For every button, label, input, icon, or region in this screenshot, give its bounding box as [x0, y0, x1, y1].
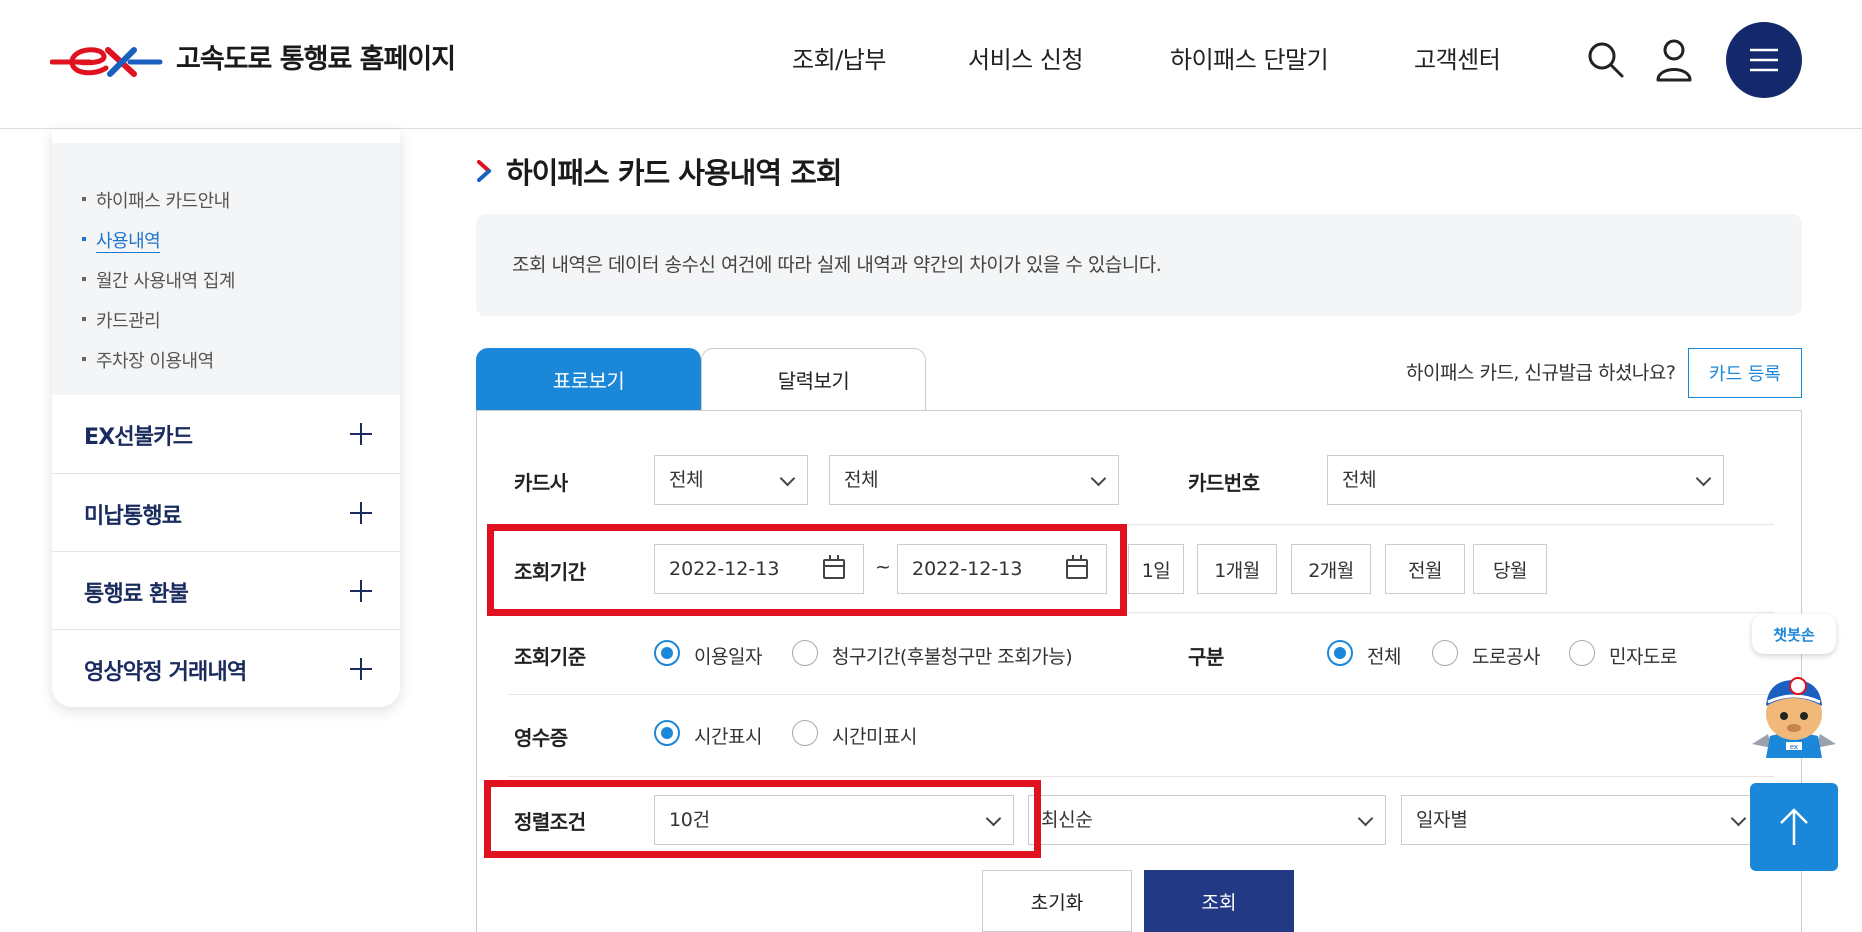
- basis-radio-usage-date[interactable]: [654, 640, 680, 666]
- basis-option-usage-date[interactable]: 이용일자: [694, 642, 762, 669]
- chatbot-bubble[interactable]: 챗봇손: [1752, 614, 1836, 654]
- receipt-option-show-time[interactable]: 시간표시: [694, 722, 762, 749]
- sidebar-subitem-parking-history[interactable]: 주차장 이용내역: [82, 347, 214, 373]
- nav-inquiry-payment[interactable]: 조회/납부: [792, 40, 886, 80]
- sidebar: 하이패스 카드안내 사용내역 월간 사용내역 집계 카드관리 주차장 이용내역 …: [52, 129, 400, 707]
- chevron-down-icon: [779, 470, 796, 487]
- plus-icon: [350, 423, 372, 445]
- search-button[interactable]: 조회: [1144, 870, 1294, 932]
- chevron-down-icon: [1357, 810, 1374, 827]
- category-option-private-road[interactable]: 민자도로: [1609, 642, 1677, 669]
- register-question: 하이패스 카드, 신규발급 하셨나요?: [1406, 362, 1676, 384]
- chevron-down-icon: [1695, 470, 1712, 487]
- period-1day-button[interactable]: 1일: [1128, 544, 1184, 594]
- chevron-down-icon: [1090, 470, 1107, 487]
- period-last-month-button[interactable]: 전월: [1385, 544, 1465, 594]
- user-icon[interactable]: [1652, 36, 1696, 84]
- category-label: 구분: [1188, 645, 1224, 669]
- receipt-option-hide-time[interactable]: 시간미표시: [832, 722, 917, 749]
- card-type-select[interactable]: 전체: [829, 455, 1119, 505]
- sort-group-select[interactable]: 일자별: [1401, 795, 1759, 845]
- ex-logo[interactable]: [50, 40, 165, 80]
- sidebar-subitem-card-guide[interactable]: 하이패스 카드안내: [82, 187, 230, 213]
- reset-button[interactable]: 초기화: [982, 870, 1132, 932]
- highlight-period: [487, 524, 1127, 616]
- sidebar-subitem-card-management[interactable]: 카드관리: [82, 307, 161, 333]
- highlight-sort: [484, 780, 1041, 858]
- nav-customer-center[interactable]: 고객센터: [1414, 40, 1501, 80]
- sidebar-item-unpaid-toll[interactable]: 미납통행료: [52, 473, 400, 551]
- tab-calendar-view[interactable]: 달력보기: [701, 348, 926, 410]
- card-company-select[interactable]: 전체: [654, 455, 808, 505]
- period-2months-button[interactable]: 2개월: [1291, 544, 1371, 594]
- notice-box: 조회 내역은 데이터 송수신 여건에 따라 실제 내역과 약간의 차이가 있을 …: [476, 214, 1802, 316]
- chevron-right-icon: [477, 160, 491, 182]
- category-radio-all[interactable]: [1327, 640, 1353, 666]
- basis-radio-billing-period[interactable]: [792, 640, 818, 666]
- sidebar-item-toll-refund[interactable]: 통행료 환불: [52, 551, 400, 629]
- card-number-label: 카드번호: [1188, 471, 1260, 495]
- nav-hipass-device[interactable]: 하이패스 단말기: [1170, 40, 1329, 80]
- sort-order-select[interactable]: 최신순: [1028, 795, 1386, 845]
- hamburger-icon: [1750, 48, 1778, 72]
- svg-text:ex: ex: [1790, 743, 1798, 751]
- sidebar-item-ex-prepaid-card[interactable]: EX선불카드: [52, 395, 400, 473]
- chatbot-mascot-icon[interactable]: ex: [1748, 672, 1840, 760]
- basis-label: 조회기준: [514, 645, 586, 669]
- divider: [508, 694, 1774, 695]
- card-number-select[interactable]: 전체: [1327, 455, 1724, 505]
- tab-table-view[interactable]: 표로보기: [476, 348, 701, 410]
- sidebar-subitem-monthly-summary[interactable]: 월간 사용내역 집계: [82, 267, 235, 293]
- chevron-down-icon: [1730, 810, 1747, 827]
- plus-icon: [350, 502, 372, 524]
- card-company-label: 카드사: [514, 471, 568, 495]
- period-1month-button[interactable]: 1개월: [1197, 544, 1277, 594]
- period-this-month-button[interactable]: 당월: [1473, 544, 1547, 594]
- category-radio-private-road[interactable]: [1569, 640, 1595, 666]
- basis-option-billing-period[interactable]: 청구기간(후불청구만 조회가능): [832, 642, 1073, 669]
- plus-icon: [350, 580, 372, 602]
- page-title: 하이패스 카드 사용내역 조회: [476, 150, 842, 192]
- nav-service-application[interactable]: 서비스 신청: [968, 40, 1084, 80]
- category-radio-expressway[interactable]: [1432, 640, 1458, 666]
- category-option-expressway[interactable]: 도로공사: [1472, 642, 1540, 669]
- scroll-to-top-button[interactable]: [1750, 783, 1838, 871]
- sidebar-subitem-usage-history[interactable]: 사용내역: [82, 227, 161, 253]
- receipt-radio-hide-time[interactable]: [792, 720, 818, 746]
- site-title[interactable]: 고속도로 통행료 홈페이지: [176, 40, 456, 80]
- receipt-radio-show-time[interactable]: [654, 720, 680, 746]
- search-icon[interactable]: [1584, 38, 1628, 82]
- category-option-all[interactable]: 전체: [1367, 642, 1401, 669]
- arrow-up-icon: [1780, 808, 1808, 845]
- ex-logo-icon: [50, 47, 163, 77]
- divider: [508, 776, 1774, 777]
- site-header: 고속도로 통행료 홈페이지 조회/납부 서비스 신청 하이패스 단말기 고객센터: [0, 0, 1862, 129]
- plus-icon: [350, 658, 372, 680]
- sidebar-item-video-agreement[interactable]: 영상약정 거래내역: [52, 629, 400, 707]
- card-register-button[interactable]: 카드 등록: [1688, 348, 1802, 398]
- sidebar-submenu: 하이패스 카드안내 사용내역 월간 사용내역 집계 카드관리 주차장 이용내역: [52, 143, 400, 395]
- receipt-label: 영수증: [514, 726, 568, 750]
- hamburger-menu-button[interactable]: [1726, 22, 1802, 98]
